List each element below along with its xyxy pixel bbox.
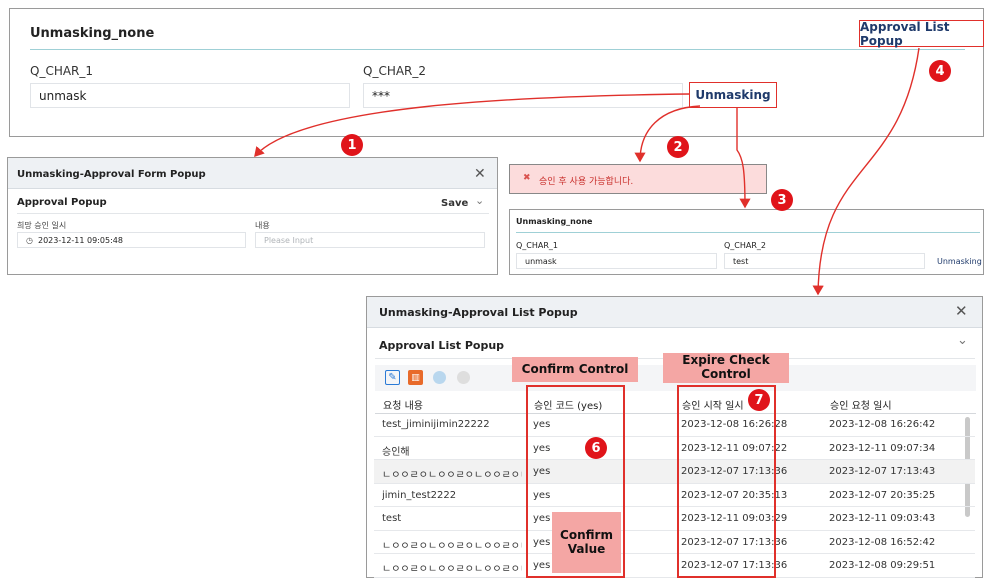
cell-content: test [382,513,402,524]
field1-input[interactable]: unmask [30,83,350,108]
table-row[interactable]: ㄴㅇㅇㄹㅇㄴㅇㅇㄹㅇㄴㅇㅇㄹㅇㄴㅇㅇㄹ yes 2023-12-07 17:13… [374,554,975,578]
approval-form-popup: Unmasking-Approval Form Popup ✕ Approval… [7,157,498,275]
chevron-down-icon[interactable]: ⌄ [957,333,968,348]
cell-request: 2023-12-07 20:35:25 [829,489,936,501]
approval-list-popup-button[interactable]: Approval List Popup [859,20,984,48]
cell-request: 2023-12-11 09:07:34 [829,442,936,454]
content-input[interactable]: Please Input [255,232,485,248]
form-title-divider [30,49,965,50]
date-value: 2023-12-11 09:05:48 [37,235,123,245]
badge-2: 2 [667,136,689,158]
date-label: 희망 승인 일시 [17,221,67,230]
col-header-content[interactable]: 요청 내용 [383,397,423,412]
unmasked-form-panel: Unmasking_none Q_CHAR_1 unmask Q_CHAR_2 … [509,209,984,275]
cell-content: ㄴㅇㅇㄹㅇㄴㅇㅇㄹㅇㄴㅇㅇㄹㅇㄴㅇㅇㄹ [382,540,522,552]
cell-content: test_jiminijimin22222 [382,419,490,430]
top-form-panel: Unmasking_none Q_CHAR_1 unmask Q_CHAR_2 … [9,8,984,137]
table-row[interactable]: 승인해 yes 2023-12-11 09:07:22 2023-12-11 0… [374,437,975,460]
cell-request: 2023-12-08 16:26:42 [829,419,936,430]
section-title: Approval List Popup [379,339,505,352]
unmasking-button[interactable]: Unmasking [689,82,777,108]
cell-request: 2023-12-08 09:29:51 [829,560,936,571]
badge-3: 3 [771,189,793,211]
field2-input[interactable]: test [724,253,925,269]
table-row[interactable]: test yes 2023-12-11 09:03:29 2023-12-11 … [374,507,975,531]
chevron-down-icon[interactable]: ⌄ [475,194,484,207]
content-label: 내용 [255,221,270,230]
field2-label: Q_CHAR_2 [363,64,427,78]
edit-icon[interactable]: ✎ [385,370,400,385]
cell-request: 2023-12-08 16:52:42 [829,536,936,548]
table-row[interactable]: ㄴㅇㅇㄹㅇㄴㅇㅇㄹㅇㄴㅇㅇㄹㅇㄴㅇㅇㄹ yes 2023-12-07 17:13… [374,531,975,554]
error-toast: ✖ 승인 후 사용 가능합니다. [509,164,767,194]
section-divider [17,213,489,214]
popup-title: Unmasking-Approval Form Popup [17,169,206,180]
error-icon: ✖ [523,173,531,183]
close-icon[interactable]: ✕ [955,302,968,320]
confirm-icon[interactable] [433,371,446,384]
cell-content: ㄴㅇㅇㄹㅇㄴㅇㅇㄹㅇㄴㅇㅇㄹㅇㄴㅇㅇㄹ [382,470,522,481]
badge-7: 7 [748,389,770,411]
form-title: Unmasking_none [516,217,593,226]
field1-label: Q_CHAR_1 [30,64,94,78]
badge-4: 4 [929,60,951,82]
section-title: Approval Popup [17,197,107,208]
popup-title: Unmasking-Approval List Popup [379,306,578,319]
col-header-request[interactable]: 승인 요청 일시 [830,397,892,412]
start-column-highlight [677,385,776,578]
clock-icon: ◷ [26,235,33,245]
error-message: 승인 후 사용 가능합니다. [539,177,634,187]
form-title-divider [516,232,980,233]
confirm-value-label: Confirm Value [552,512,621,573]
table-row[interactable]: test_jiminijimin22222 yes 2023-12-08 16:… [374,413,975,437]
field1-label: Q_CHAR_1 [516,241,559,250]
table-row[interactable]: jimin_test2222 yes 2023-12-07 20:35:13 2… [374,484,975,507]
field1-input[interactable]: unmask [516,253,717,269]
form-title: Unmasking_none [30,26,155,41]
cell-content: 승인해 [382,446,410,458]
close-icon[interactable]: ✕ [474,166,486,182]
save-button[interactable]: Save [441,198,468,209]
confirm-control-label: Confirm Control [512,357,638,382]
table-row[interactable]: ㄴㅇㅇㄹㅇㄴㅇㅇㄹㅇㄴㅇㅇㄹㅇㄴㅇㅇㄹ yes 2023-12-07 17:13… [374,460,975,484]
badge-1: 1 [341,134,363,156]
badge-6: 6 [585,437,607,459]
cell-content: jimin_test2222 [382,489,457,501]
field2-label: Q_CHAR_2 [724,241,767,250]
field2-input[interactable]: *** [363,83,683,108]
cell-request: 2023-12-11 09:03:43 [829,513,936,524]
date-input[interactable]: ◷ 2023-12-11 09:05:48 [17,232,246,248]
cancel-icon[interactable] [457,371,470,384]
cell-request: 2023-12-07 17:13:43 [829,466,936,477]
cell-content: ㄴㅇㅇㄹㅇㄴㅇㅇㄹㅇㄴㅇㅇㄹㅇㄴㅇㅇㄹ [382,564,522,575]
unmasking-button[interactable]: Unmasking [937,257,982,266]
delete-icon[interactable]: ▥ [408,370,423,385]
expire-check-control-label: Expire Check Control [663,353,789,383]
